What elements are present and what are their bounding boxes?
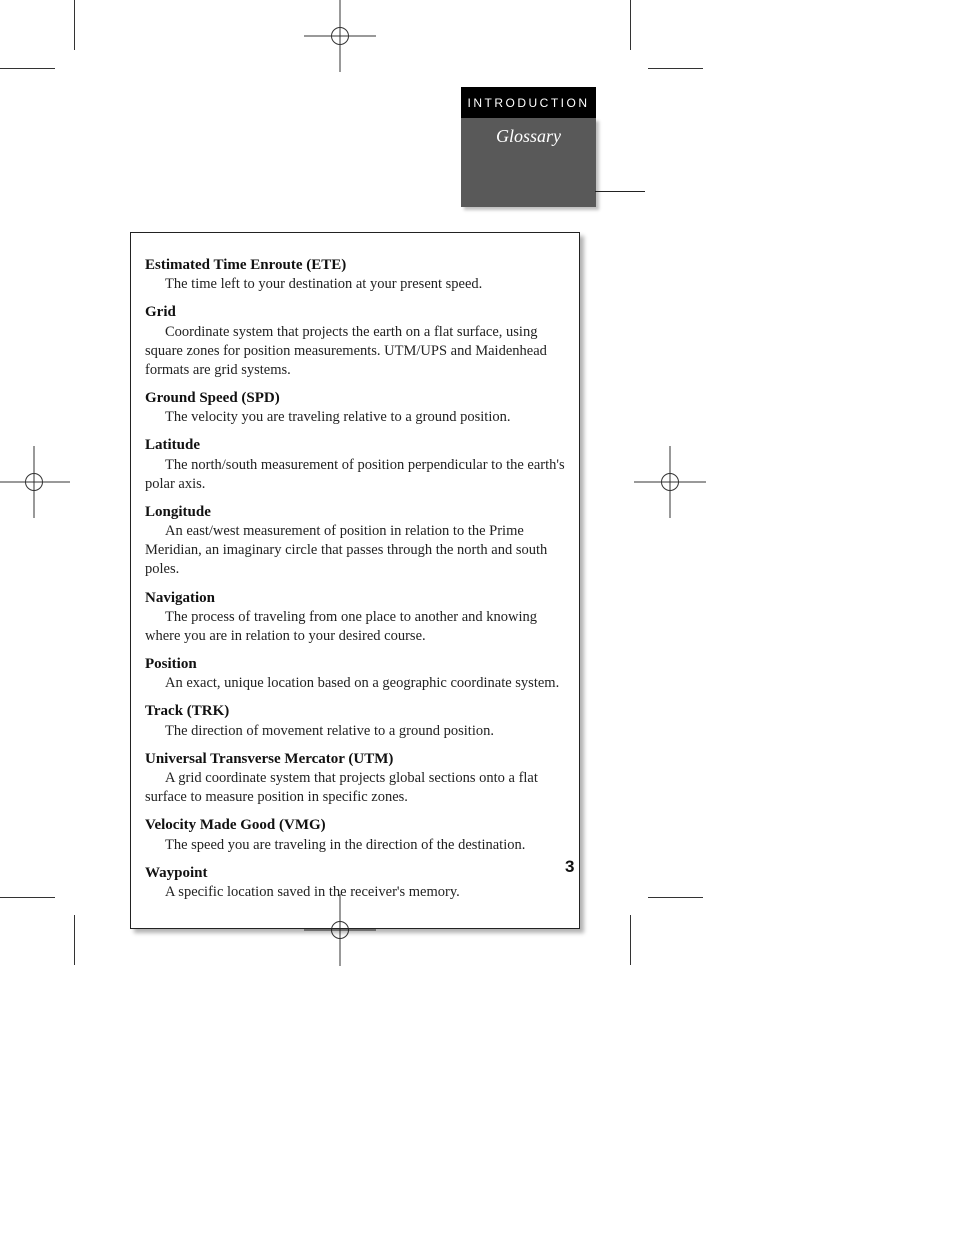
glossary-term: Latitude — [145, 435, 565, 455]
glossary-definition: The direction of movement relative to a … — [145, 722, 565, 741]
cropmark — [74, 0, 75, 50]
glossary-entry: Navigation The process of traveling from… — [145, 588, 565, 647]
registration-mark-icon — [12, 460, 56, 504]
glossary-definition: An east/west measurement of position in … — [145, 522, 565, 579]
glossary-entry: Track (TRK) The direction of movement re… — [145, 701, 565, 740]
glossary-term: Ground Speed (SPD) — [145, 388, 565, 408]
cropmark — [74, 915, 75, 965]
registration-mark-icon — [318, 14, 362, 58]
glossary-definition: The velocity you are traveling relative … — [145, 408, 565, 427]
glossary-definition: A specific location saved in the receive… — [145, 883, 565, 902]
glossary-term: Navigation — [145, 588, 565, 608]
glossary-term: Estimated Time Enroute (ETE) — [145, 255, 565, 275]
glossary-entry: Waypoint A specific location saved in th… — [145, 863, 565, 902]
glossary-entry: Latitude The north/south measurement of … — [145, 435, 565, 494]
cropmark — [0, 68, 55, 69]
registration-mark-icon — [648, 460, 692, 504]
cropmark — [630, 915, 631, 965]
glossary-term: Waypoint — [145, 863, 565, 883]
glossary-entry: Universal Transverse Mercator (UTM) A gr… — [145, 749, 565, 808]
glossary-definition: Coordinate system that projects the eart… — [145, 323, 565, 380]
glossary-definition: The speed you are traveling in the direc… — [145, 836, 565, 855]
glossary-definition: The time left to your destination at you… — [145, 275, 565, 294]
glossary-term: Longitude — [145, 502, 565, 522]
glossary-definition: The north/south measurement of position … — [145, 456, 565, 494]
glossary-entry: Velocity Made Good (VMG) The speed you a… — [145, 815, 565, 854]
cropmark — [630, 0, 631, 50]
cropmark — [0, 897, 55, 898]
glossary-entry: Position An exact, unique location based… — [145, 654, 565, 693]
cropmark — [648, 68, 703, 69]
cropmark — [648, 897, 703, 898]
glossary-entry: Longitude An east/west measurement of po… — [145, 502, 565, 580]
glossary-entry: Ground Speed (SPD) The velocity you are … — [145, 388, 565, 427]
glossary-term: Universal Transverse Mercator (UTM) — [145, 749, 565, 769]
glossary-term: Velocity Made Good (VMG) — [145, 815, 565, 835]
glossary-term: Grid — [145, 302, 565, 322]
section-title: Glossary — [461, 118, 596, 207]
glossary-term: Position — [145, 654, 565, 674]
glossary-entry: Grid Coordinate system that projects the… — [145, 302, 565, 380]
glossary-definition: A grid coordinate system that projects g… — [145, 769, 565, 807]
header-side-rule — [595, 191, 645, 192]
glossary-definition: An exact, unique location based on a geo… — [145, 674, 565, 693]
page-number: 3 — [565, 857, 574, 877]
glossary-term: Track (TRK) — [145, 701, 565, 721]
section-header: INTRODUCTION Glossary — [461, 87, 596, 207]
glossary-entry: Estimated Time Enroute (ETE) The time le… — [145, 255, 565, 294]
section-label: INTRODUCTION — [461, 87, 596, 118]
glossary-definition: The process of traveling from one place … — [145, 608, 565, 646]
glossary-box: Estimated Time Enroute (ETE) The time le… — [130, 232, 580, 929]
